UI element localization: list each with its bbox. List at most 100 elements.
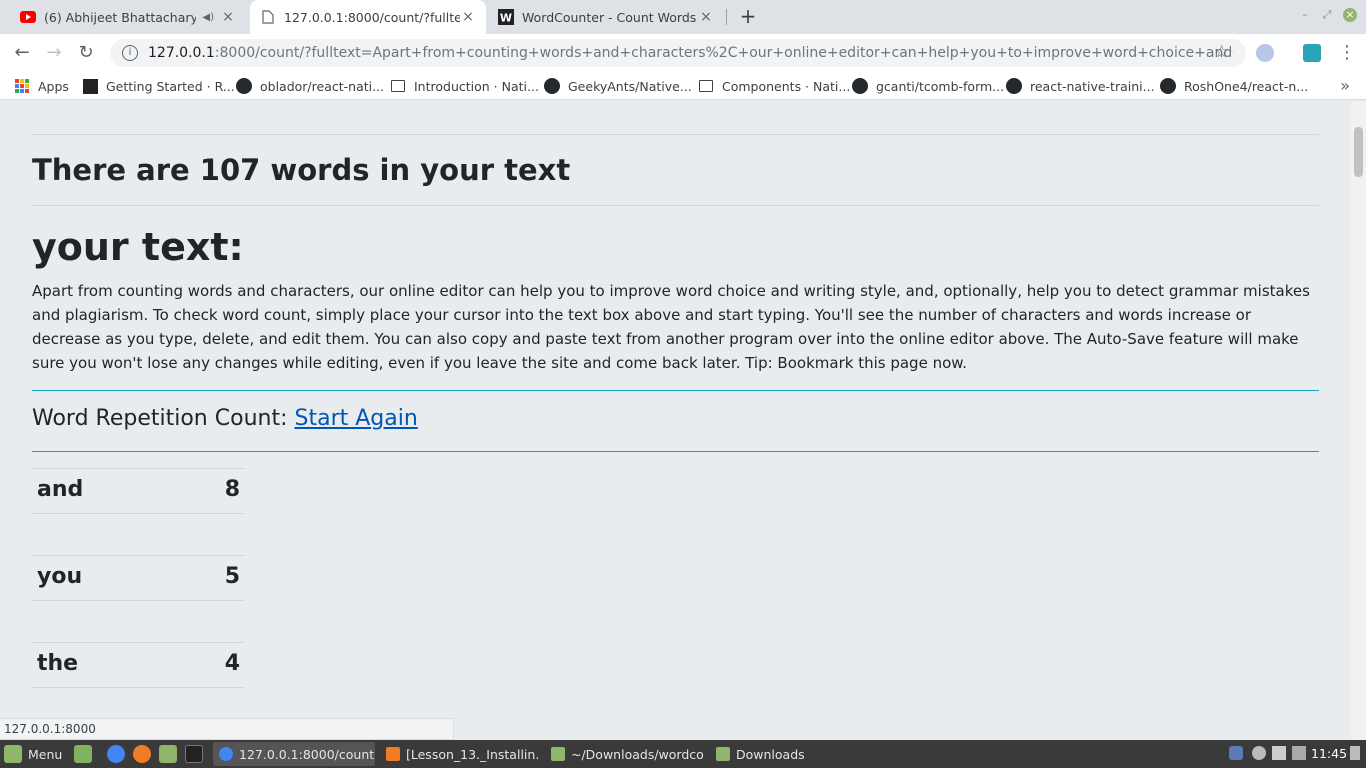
taskbar-task[interactable]: Downloads bbox=[710, 742, 820, 766]
close-window-icon[interactable]: × bbox=[1343, 8, 1357, 22]
tab-youtube[interactable]: (6) Abhijeet Bhattacharya T ◀) × bbox=[10, 0, 246, 34]
menu-label: Menu bbox=[28, 746, 63, 762]
shield-icon[interactable] bbox=[1229, 746, 1243, 760]
word-cell: you bbox=[37, 564, 83, 589]
extension-icon[interactable] bbox=[1256, 44, 1274, 62]
reload-icon[interactable]: ↻ bbox=[73, 41, 99, 65]
bookmark-item[interactable]: RoshOne4/react-n... bbox=[1160, 77, 1308, 95]
link-status-bar: 127.0.0.1:8000 bbox=[0, 718, 454, 740]
github-icon bbox=[852, 78, 868, 94]
table-row: the 4 bbox=[32, 642, 245, 688]
new-tab-button[interactable]: + bbox=[736, 4, 760, 28]
browser-toolbar: ← → ↻ i 127.0.0.1:8000/count/?fulltext=A… bbox=[0, 34, 1366, 72]
repetition-label: Word Repetition Count: bbox=[32, 406, 288, 431]
bookmark-label: GeekyAnts/Native... bbox=[568, 78, 692, 94]
bookmark-item[interactable]: GeekyAnts/Native... bbox=[544, 77, 692, 95]
user-icon[interactable] bbox=[1252, 746, 1266, 760]
github-icon bbox=[236, 78, 252, 94]
files-icon[interactable] bbox=[159, 745, 177, 763]
close-tab-icon[interactable]: × bbox=[460, 9, 476, 25]
editor-icon bbox=[551, 747, 565, 761]
close-tab-icon[interactable]: × bbox=[698, 9, 714, 25]
url-rest: :8000/count/?fulltext=Apart+from+countin… bbox=[214, 45, 1234, 61]
task-label: [Lesson_13._Installin... bbox=[406, 746, 540, 762]
bookmark-apps[interactable]: Apps bbox=[14, 77, 69, 95]
task-label: ~/Downloads/wordco... bbox=[571, 746, 705, 762]
address-bar[interactable]: i 127.0.0.1:8000/count/?fulltext=Apart+f… bbox=[110, 39, 1246, 67]
bookmark-label: Components · Nati... bbox=[722, 78, 851, 94]
more-bookmarks-icon[interactable]: » bbox=[1340, 76, 1350, 95]
bookmark-label: Apps bbox=[38, 78, 69, 94]
repetition-heading: Word Repetition Count: Start Again bbox=[32, 406, 418, 431]
close-tab-icon[interactable]: × bbox=[220, 9, 236, 25]
battery-icon[interactable] bbox=[1292, 746, 1306, 760]
site-info-icon[interactable]: i bbox=[122, 45, 138, 61]
github-icon bbox=[1160, 78, 1176, 94]
start-menu-button[interactable]: Menu bbox=[4, 744, 62, 764]
bookmark-label: react-native-traini... bbox=[1030, 78, 1155, 94]
divider bbox=[32, 390, 1319, 391]
minimize-icon[interactable]: – bbox=[1298, 8, 1312, 22]
firefox-icon[interactable] bbox=[133, 745, 151, 763]
book-icon bbox=[698, 78, 714, 94]
volume-icon[interactable] bbox=[1350, 746, 1360, 760]
bookmark-star-icon[interactable]: ☆ bbox=[1214, 42, 1229, 62]
terminal-icon[interactable] bbox=[185, 745, 203, 763]
scrollbar-thumb[interactable] bbox=[1354, 127, 1363, 177]
maximize-icon[interactable]: ⤢ bbox=[1320, 8, 1334, 22]
full-text-paragraph: Apart from counting words and characters… bbox=[32, 282, 1310, 372]
browser-window: (6) Abhijeet Bhattacharya T ◀) × 127.0.0… bbox=[0, 0, 1366, 768]
url-host: 127.0.0.1 bbox=[148, 45, 215, 61]
os-taskbar: Menu 127.0.0.1:8000/count... [Lesson_13.… bbox=[0, 740, 1366, 768]
count-cell: 5 bbox=[224, 564, 240, 589]
divider bbox=[32, 451, 1319, 452]
tab-title: (6) Abhijeet Bhattacharya T bbox=[44, 9, 197, 25]
bookmark-item[interactable]: gcanti/tcomb-form... bbox=[852, 77, 1004, 95]
show-desktop-icon[interactable] bbox=[74, 745, 92, 763]
bookmark-item[interactable]: Introduction · Nati... bbox=[390, 77, 539, 95]
extension-icon[interactable] bbox=[1303, 44, 1321, 62]
tab-count[interactable]: 127.0.0.1:8000/count/?fulltext=/ × bbox=[250, 0, 486, 34]
bookmark-label: Introduction · Nati... bbox=[414, 78, 539, 94]
your-text-heading: your text: bbox=[32, 225, 244, 269]
github-icon bbox=[544, 78, 560, 94]
task-label: Downloads bbox=[736, 746, 805, 762]
svg-text:W: W bbox=[500, 12, 512, 25]
tab-wordcounter[interactable]: W WordCounter - Count Words & C × bbox=[488, 0, 724, 34]
tab-title: 127.0.0.1:8000/count/?fulltext=/ bbox=[284, 9, 460, 25]
task-label: 127.0.0.1:8000/count... bbox=[239, 746, 375, 762]
tab-title: WordCounter - Count Words & C bbox=[522, 9, 698, 25]
bookmark-item[interactable]: react-native-traini... bbox=[1006, 77, 1155, 95]
wordcounter-icon: W bbox=[498, 9, 514, 25]
bookmark-item[interactable]: Components · Nati... bbox=[698, 77, 850, 95]
back-icon[interactable]: ← bbox=[9, 41, 35, 65]
youtube-icon bbox=[20, 9, 36, 25]
react-icon bbox=[82, 78, 98, 94]
start-again-link[interactable]: Start Again bbox=[295, 406, 418, 431]
audio-icon[interactable]: ◀) bbox=[202, 12, 214, 23]
mint-logo-icon bbox=[4, 745, 22, 763]
divider bbox=[32, 134, 1319, 135]
taskbar-task[interactable]: [Lesson_13._Installin... bbox=[380, 742, 540, 766]
page-viewport: There are 107 words in your text your te… bbox=[0, 101, 1351, 718]
apps-grid-icon bbox=[14, 78, 30, 94]
chrome-icon bbox=[219, 747, 233, 761]
table-row: you 5 bbox=[32, 555, 245, 601]
media-player-icon bbox=[386, 747, 400, 761]
bookmark-item[interactable]: Getting Started · R... bbox=[82, 77, 235, 95]
word-cell: the bbox=[37, 651, 79, 676]
bookmark-item[interactable]: oblador/react-nati... bbox=[236, 77, 384, 95]
divider bbox=[32, 205, 1319, 206]
word-cell: and bbox=[37, 477, 84, 502]
menu-kebab-icon[interactable]: ⋮ bbox=[1334, 41, 1360, 65]
taskbar-task[interactable]: 127.0.0.1:8000/count... bbox=[213, 742, 375, 766]
forward-icon[interactable]: → bbox=[41, 41, 67, 65]
tab-strip: (6) Abhijeet Bhattacharya T ◀) × 127.0.0… bbox=[0, 0, 1366, 34]
github-icon bbox=[1006, 78, 1022, 94]
chrome-icon[interactable] bbox=[107, 745, 125, 763]
clock[interactable]: 11:45 bbox=[1311, 746, 1347, 761]
taskbar-task[interactable]: ~/Downloads/wordco... bbox=[545, 742, 705, 766]
tab-separator bbox=[726, 9, 727, 25]
network-icon[interactable] bbox=[1272, 746, 1286, 760]
vertical-scrollbar[interactable] bbox=[1351, 101, 1366, 740]
